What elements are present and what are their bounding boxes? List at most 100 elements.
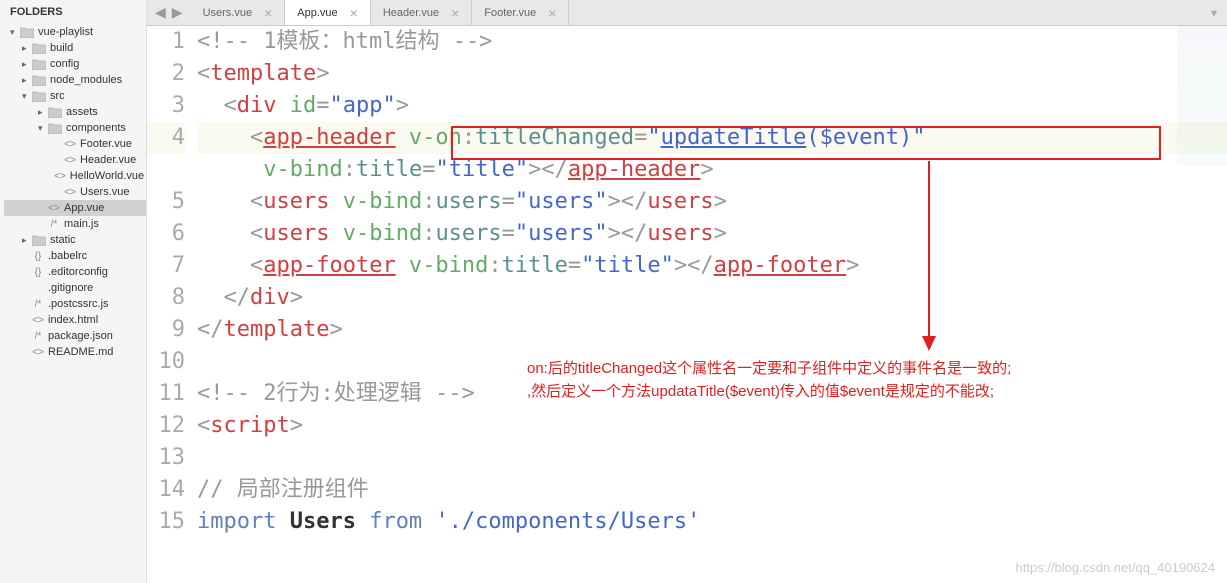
line-number: 2 [147,58,185,90]
tree-item-label: Footer.vue [80,138,132,150]
tree-item-build[interactable]: ▸ build [4,40,146,56]
folder-icon [48,123,62,134]
nav-back-icon[interactable]: ◀ [155,4,166,21]
file-icon: <> [48,203,60,214]
line-number: 9 [147,314,185,346]
tree-item-label: .gitignore [48,282,93,294]
tree-arrow-icon[interactable]: ▾ [10,27,20,38]
code-area[interactable]: <!-- 1模板：html结构 --> <template> <div id="… [197,26,1227,583]
line-number: 12 [147,410,185,442]
folder-icon [20,27,34,38]
tree-item-label: .editorconfig [48,266,108,278]
tree-item-label: components [66,122,126,134]
tree-item-node_modules[interactable]: ▸ node_modules [4,72,146,88]
tree-item-label: static [50,234,76,246]
file-icon: <> [64,187,76,198]
folder-icon [32,235,46,246]
tree-arrow-icon[interactable]: ▸ [22,43,32,54]
tree-item-index-html[interactable]: <> index.html [4,312,146,328]
tree-item--postcssrc-js[interactable]: /*.postcssrc.js [4,296,146,312]
tab-label: App.vue [297,7,337,19]
code-editor[interactable]: 123456789101112131415 <!-- 1模板：html结构 --… [147,26,1227,583]
file-icon: /* [48,219,60,230]
tree-item--babelrc[interactable]: {} .babelrc [4,248,146,264]
minimap[interactable] [1177,26,1227,166]
tree-item-label: build [50,42,73,54]
folder-icon [32,43,46,54]
tree-item-label: App.vue [64,202,104,214]
tree-item-label: config [50,58,79,70]
tree-item-assets[interactable]: ▸assets [4,104,146,120]
tree-item-label: node_modules [50,74,122,86]
file-icon: {} [32,251,44,262]
tree-item-readme-md[interactable]: <>README.md [4,344,146,360]
tree-item--gitignore[interactable]: .gitignore [4,280,146,296]
editor-main: ◀ ▶ Users.vue×App.vue×Header.vue×Footer.… [147,0,1227,583]
tree-item-src[interactable]: ▾ src [4,88,146,104]
tree-item-label: .babelrc [48,250,87,262]
tree-item-label: package.json [48,330,113,342]
sidebar-header: FOLDERS [0,0,146,24]
line-number: 4 [147,122,185,154]
watermark: https://blog.csdn.net/qq_40190624 [1016,560,1216,575]
tab-close-icon[interactable]: × [350,5,358,21]
tab-close-icon[interactable]: × [264,5,272,21]
line-number: 6 [147,218,185,250]
tab-menu-icon[interactable]: ▾ [1201,6,1227,20]
tab-label: Header.vue [383,7,439,19]
tab-app-vue[interactable]: App.vue × [285,0,371,25]
tab-bar: ◀ ▶ Users.vue×App.vue×Header.vue×Footer.… [147,0,1227,26]
folder-icon [48,107,62,118]
folder-icon [32,59,46,70]
tab-header-vue[interactable]: Header.vue × [371,0,472,25]
tree-item-label: main.js [64,218,99,230]
file-icon: <> [54,171,66,182]
tree-item-app-vue[interactable]: <> App.vue [4,200,146,216]
tree-item-main-js[interactable]: /* main.js [4,216,146,232]
line-number: 8 [147,282,185,314]
tree-item-label: index.html [48,314,98,326]
tree-arrow-icon[interactable]: ▸ [22,59,32,70]
folder-icon [32,91,46,102]
tree-item-users-vue[interactable]: <> Users.vue [4,184,146,200]
line-number [147,154,185,186]
tree-arrow-icon[interactable]: ▾ [38,123,48,134]
tab-users-vue[interactable]: Users.vue× [191,0,286,25]
tree-item-static[interactable]: ▸ static [4,232,146,248]
tree-item-header-vue[interactable]: <>Header.vue [4,152,146,168]
tab-label: Footer.vue [484,7,536,19]
line-number: 15 [147,506,185,538]
line-number: 1 [147,26,185,58]
tree-arrow-icon[interactable]: ▾ [22,91,32,102]
tab-footer-vue[interactable]: Footer.vue × [472,0,569,25]
line-number: 13 [147,442,185,474]
tree-item-label: HelloWorld.vue [70,170,144,182]
tree-item--editorconfig[interactable]: {} .editorconfig [4,264,146,280]
tree-item-helloworld-vue[interactable]: <> HelloWorld.vue [4,168,146,184]
line-number: 11 [147,378,185,410]
line-gutter: 123456789101112131415 [147,26,197,583]
line-number: 10 [147,346,185,378]
tree-item-label: Users.vue [80,186,130,198]
tree-arrow-icon[interactable]: ▸ [22,75,32,86]
file-icon: <> [64,139,76,150]
tree-item-footer-vue[interactable]: <> Footer.vue [4,136,146,152]
tree-arrow-icon[interactable]: ▸ [38,107,48,118]
file-icon: <> [64,155,76,166]
tree-item-label: .postcssrc.js [48,298,109,310]
file-icon: {} [32,267,44,278]
tree-item-package-json[interactable]: /*package.json [4,328,146,344]
tree-item-components[interactable]: ▾ components [4,120,146,136]
nav-forward-icon[interactable]: ▶ [172,4,183,21]
folder-icon [32,75,46,86]
tree-item-label: src [50,90,65,102]
tree-item-config[interactable]: ▸ config [4,56,146,72]
tab-close-icon[interactable]: × [548,5,556,21]
folder-sidebar: FOLDERS ▾vue-playlist ▸ build ▸ config ▸ node_… [0,0,147,583]
file-icon: <> [32,315,44,326]
tree-item-vue-playlist[interactable]: ▾vue-playlist [4,24,146,40]
line-number: 7 [147,250,185,282]
folder-tree: ▾vue-playlist ▸ build ▸ config ▸ node_modules ▾… [0,24,146,360]
tab-close-icon[interactable]: × [451,5,459,21]
tree-arrow-icon[interactable]: ▸ [22,235,32,246]
